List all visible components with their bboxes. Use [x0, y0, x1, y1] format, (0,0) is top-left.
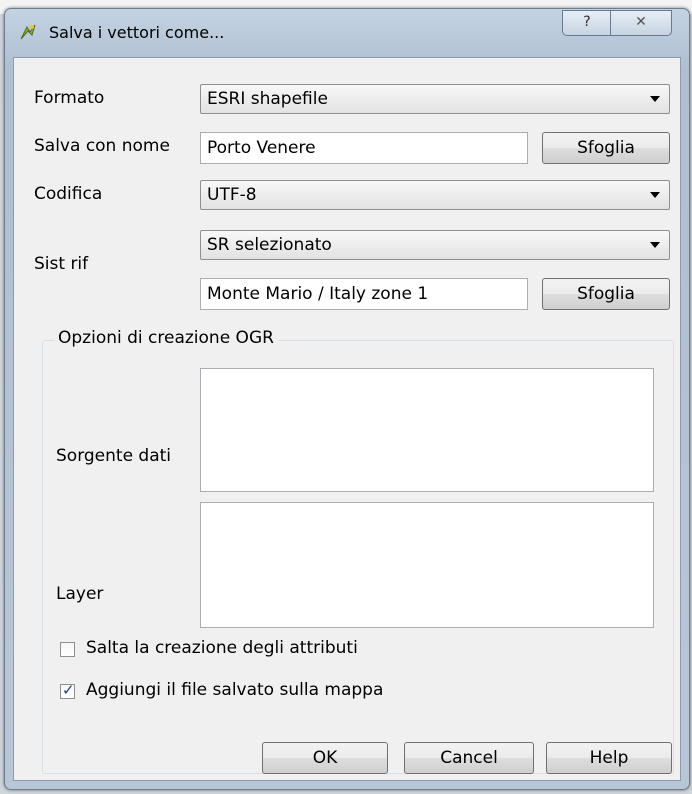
crs-label: Sist rif — [34, 254, 89, 274]
qgis-icon — [20, 24, 36, 40]
check-icon: ✓ — [62, 681, 75, 699]
crs-mode-dropdown[interactable]: SR selezionato — [200, 230, 670, 260]
ok-button[interactable]: OK — [262, 742, 388, 774]
chevron-down-icon — [650, 242, 660, 248]
datasource-label: Sorgente dati — [56, 446, 172, 466]
encoding-label: Codifica — [34, 184, 103, 204]
cancel-button[interactable]: Cancel — [404, 742, 534, 774]
browse-crs-button[interactable]: Sfoglia — [542, 278, 670, 310]
add-to-map-checkbox[interactable]: ✓ — [60, 681, 75, 699]
datasource-options-textarea[interactable] — [200, 368, 654, 492]
chevron-down-icon — [650, 96, 660, 102]
format-label: Formato — [34, 88, 105, 108]
close-icon[interactable]: ✕ — [610, 10, 672, 36]
save-vector-dialog: Salva i vettori come... ? ✕ Formato ESRI… — [4, 8, 690, 790]
format-dropdown[interactable]: ESRI shapefile — [200, 84, 670, 114]
encoding-value: UTF-8 — [207, 185, 257, 205]
save-as-value: Porto Venere — [207, 138, 316, 158]
chevron-down-icon — [650, 192, 660, 198]
encoding-dropdown[interactable]: UTF-8 — [200, 180, 670, 210]
help-button[interactable]: Help — [546, 742, 672, 774]
format-value: ESRI shapefile — [207, 89, 328, 109]
crs-input[interactable]: Monte Mario / Italy zone 1 — [200, 278, 528, 310]
add-to-map-label: Aggiungi il file salvato sulla mappa — [86, 680, 384, 700]
layer-label: Layer — [56, 584, 104, 604]
crs-mode-value: SR selezionato — [207, 235, 332, 255]
crs-value: Monte Mario / Italy zone 1 — [207, 284, 429, 304]
layer-options-textarea[interactable] — [200, 502, 654, 628]
title-bar[interactable]: Salva i vettori come... ? ✕ — [5, 9, 689, 55]
help-question-icon[interactable]: ? — [562, 10, 612, 36]
skip-attributes-checkbox[interactable] — [60, 642, 75, 657]
skip-attributes-label: Salta la creazione degli attributi — [86, 638, 358, 658]
browse-file-button[interactable]: Sfoglia — [542, 132, 670, 164]
ogr-options-title: Opzioni di creazione OGR — [54, 328, 278, 348]
window-title: Salva i vettori come... — [49, 23, 225, 42]
save-as-label: Salva con nome — [34, 136, 170, 156]
save-as-input[interactable]: Porto Venere — [200, 132, 528, 164]
dialog-body: Formato ESRI shapefile Salva con nome Po… — [13, 57, 681, 781]
